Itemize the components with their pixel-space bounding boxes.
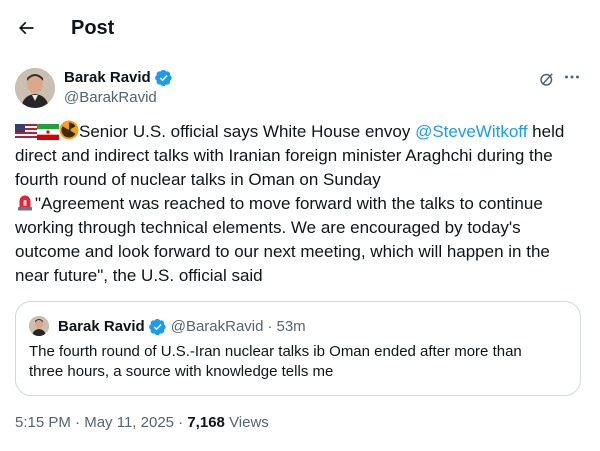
arrow-left-icon [18, 21, 34, 35]
tweet-line-1-text: Senior U.S. official says White House en… [79, 122, 416, 141]
views-label: Views [229, 414, 269, 431]
tweet-line-1: Senior U.S. official says White House en… [15, 120, 587, 144]
post-header: Post [0, 0, 600, 56]
quote-time: 53m [276, 318, 306, 335]
quote-verified-badge-icon [148, 318, 166, 336]
tweet-line-4: "Agreement was reached to move forward w… [35, 194, 543, 213]
tweet-line-2: direct and indirect talks with Iranian f… [15, 146, 553, 165]
quote-author-handle: @BarakRavid [170, 318, 264, 335]
tweet-line-7: near future", the U.S. official said [15, 266, 263, 285]
post-time[interactable]: 5:15 PM [15, 414, 71, 431]
quote-separator: · [267, 318, 273, 335]
page-title: Post [71, 17, 115, 39]
views-count: 7,168 [187, 414, 225, 431]
radioactive-icon [59, 120, 79, 140]
quoted-post-card[interactable]: Barak Ravid @BarakRavid · 53m The fourth… [15, 301, 581, 396]
more-options-button[interactable] [562, 67, 582, 87]
tweet-line-3: fourth round of nuclear talks in Oman on… [15, 170, 381, 189]
quote-text: The fourth round of U.S.-Iran nuclear ta… [29, 342, 569, 382]
quote-header: Barak Ravid @BarakRavid · 53m [58, 317, 306, 337]
quote-author-name: Barak Ravid [58, 318, 145, 335]
mention-link[interactable]: @SteveWitkoff [415, 122, 527, 141]
tweet-line-4-row: "Agreement was reached to move forward w… [15, 192, 587, 216]
quote-avatar-image [29, 316, 49, 336]
tweet-line-6: outcome and look forward to our next mee… [15, 242, 550, 261]
author-handle[interactable]: @BarakRavid [64, 88, 157, 108]
author-name[interactable]: Barak Ravid [64, 68, 151, 88]
meta-separator-1: · [75, 414, 81, 431]
meta-separator-2: · [178, 414, 184, 431]
more-dots-icon [565, 75, 579, 79]
post-metadata: 5:15 PM · May 11, 2025 · 7,168 Views [15, 413, 269, 433]
post-date[interactable]: May 11, 2025 [84, 414, 174, 431]
avatar-image [15, 68, 55, 108]
tweet-line-5: working through technical elements. We a… [15, 218, 521, 237]
back-button[interactable] [14, 14, 38, 42]
verified-badge-icon [154, 69, 172, 87]
grok-icon [540, 73, 553, 86]
quote-line-1: The fourth round of U.S.-Iran nuclear ta… [29, 343, 522, 360]
flag-iran-icon [37, 124, 59, 140]
avatar[interactable] [15, 68, 55, 108]
siren-icon [18, 195, 32, 211]
quote-line-2: three hours, a source with knowledge tel… [29, 363, 334, 380]
quote-avatar [29, 316, 49, 336]
tweet-line-1-end: held [527, 122, 565, 141]
author-name-row[interactable]: Barak Ravid [64, 68, 173, 88]
grok-button[interactable] [536, 68, 558, 90]
tweet-text: Senior U.S. official says White House en… [15, 120, 587, 288]
flag-us-icon [15, 124, 37, 140]
